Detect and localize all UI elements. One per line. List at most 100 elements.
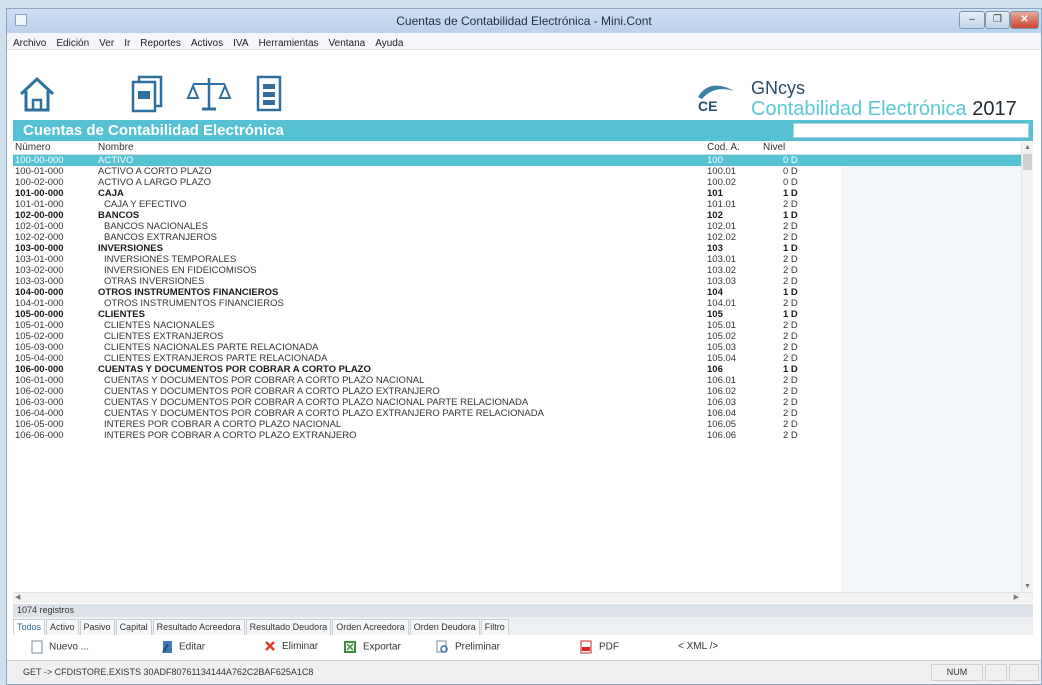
table-row[interactable]: 106-02-000 CUENTAS Y DOCUMENTOS POR COBRA… — [13, 386, 1021, 397]
table-row[interactable]: 105-04-000 CLIENTES EXTRANJEROS PARTE REL… — [13, 353, 1021, 364]
num-lock-indicator: NUM — [931, 664, 983, 681]
search-input[interactable] — [793, 123, 1029, 138]
status-text: GET -> CFDISTORE.EXISTS 30ADF80761134144… — [23, 667, 314, 677]
table-row[interactable]: 100-02-000 ACTIVO A LARGO PLAZO 100.02 0 D — [13, 177, 1021, 188]
cell-cod-a: 105.04 — [707, 353, 737, 364]
cell-nombre: BANCOS NACIONALES — [104, 221, 208, 232]
close-button[interactable]: ✕ — [1010, 11, 1039, 29]
documents-icon[interactable] — [127, 74, 167, 114]
table-row[interactable]: 104-01-000 OTROS INSTRUMENTOS FINANCIEROS… — [13, 298, 1021, 309]
accounts-table: Número Nombre Cod. A. Nivel 100-00-000 AC… — [13, 142, 1033, 595]
pdf-icon — [580, 640, 592, 654]
record-count-bar: 1074 registros — [13, 604, 1033, 617]
table-row[interactable]: 101-01-000 CAJA Y EFECTIVO 101.01 2 D — [13, 199, 1021, 210]
menu-iva[interactable]: IVA — [227, 36, 252, 50]
table-row[interactable]: 105-01-000 CLIENTES NACIONALES 105.01 2 D — [13, 320, 1021, 331]
table-row[interactable]: 105-03-000 CLIENTES NACIONALES PARTE RELA… — [13, 342, 1021, 353]
status-bar: GET -> CFDISTORE.EXISTS 30ADF80761134144… — [7, 660, 1041, 684]
tab-orden-deudora[interactable]: Orden Deudora — [409, 619, 480, 635]
menu-archivo[interactable]: Archivo — [7, 36, 50, 50]
cell-nombre: CLIENTES EXTRANJEROS PARTE RELACIONADA — [104, 353, 328, 364]
cell-nombre: ACTIVO — [98, 155, 134, 166]
preview-button[interactable]: Preliminar — [435, 640, 500, 655]
menu-activos[interactable]: Activos — [185, 36, 227, 50]
balance-scale-icon[interactable] — [185, 74, 233, 114]
table-row[interactable]: 100-01-000 ACTIVO A CORTO PLAZO 100.01 0 D — [13, 166, 1021, 177]
column-header-numero[interactable]: Número — [15, 142, 51, 153]
table-row[interactable]: 104-00-000 OTROS INSTRUMENTOS FINANCIEROS… — [13, 287, 1021, 298]
column-header-cod-a[interactable]: Cod. A. — [707, 142, 740, 153]
table-row[interactable]: 106-06-000 INTERES POR COBRAR A CORTO PLA… — [13, 430, 1021, 441]
menu-herramientas[interactable]: Herramientas — [253, 36, 323, 50]
table-row[interactable]: 102-02-000 BANCOS EXTRANJEROS 102.02 2 D — [13, 232, 1021, 243]
column-header-nivel[interactable]: Nivel — [763, 142, 785, 153]
table-row[interactable]: 103-00-000 INVERSIONES 103 1 D — [13, 243, 1021, 254]
horizontal-scrollbar[interactable]: ◀ ▶ — [13, 592, 1033, 603]
cell-numero: 105-03-000 — [15, 342, 64, 353]
menu-ir[interactable]: Ir — [118, 36, 134, 50]
new-button[interactable]: Nuevo ... — [31, 640, 89, 655]
scroll-down-icon[interactable]: ▼ — [1024, 583, 1031, 590]
cell-cod-a: 106.01 — [707, 375, 737, 386]
cell-cod-a: 105.01 — [707, 320, 737, 331]
table-row[interactable]: 105-00-000 CLIENTES 105 1 D — [13, 309, 1021, 320]
brand-logo: CE — [696, 81, 736, 117]
table-row[interactable]: 101-00-000 CAJA 101 1 D — [13, 188, 1021, 199]
scroll-left-icon[interactable]: ◀ — [15, 593, 20, 601]
table-row[interactable]: 102-00-000 BANCOS 102 1 D — [13, 210, 1021, 221]
table-row[interactable]: 100-00-000 ACTIVO 100 0 D — [13, 155, 1021, 166]
menu-ventana[interactable]: Ventana — [323, 36, 370, 50]
menu-edicion[interactable]: Edición — [50, 36, 93, 50]
menu-reportes[interactable]: Reportes — [134, 36, 185, 50]
cell-nivel: 2 D — [783, 342, 798, 353]
tab-pasivo[interactable]: Pasivo — [79, 619, 115, 635]
table-row[interactable]: 103-03-000 OTRAS INVERSIONES 103.03 2 D — [13, 276, 1021, 287]
cell-cod-a: 104 — [707, 287, 723, 298]
tab-todos[interactable]: Todos — [13, 619, 46, 635]
menu-ver[interactable]: Ver — [93, 36, 118, 50]
table-row[interactable]: 106-04-000 CUENTAS Y DOCUMENTOS POR COBRA… — [13, 408, 1021, 419]
table-row[interactable]: 106-05-000 INTERES POR COBRAR A CORTO PLA… — [13, 419, 1021, 430]
table-row[interactable]: 103-01-000 INVERSIONES TEMPORALES 103.01 2 … — [13, 254, 1021, 265]
tab-activo[interactable]: Activo — [46, 619, 79, 635]
column-header-nombre[interactable]: Nombre — [98, 142, 134, 153]
cell-cod-a: 106 — [707, 364, 723, 375]
cell-nombre: CLIENTES — [98, 309, 145, 320]
table-row[interactable]: 103-02-000 INVERSIONES EN FIDEICOMISOS 103… — [13, 265, 1021, 276]
table-row[interactable]: 106-03-000 CUENTAS Y DOCUMENTOS POR COBRA… — [13, 397, 1021, 408]
table-row[interactable]: 106-00-000 CUENTAS Y DOCUMENTOS POR COBRA… — [13, 364, 1021, 375]
pdf-button[interactable]: PDF — [579, 640, 619, 655]
edit-button[interactable]: Editar — [161, 640, 205, 655]
table-row[interactable]: 106-01-000 CUENTAS Y DOCUMENTOS POR COBRA… — [13, 375, 1021, 386]
main-window: Cuentas de Contabilidad Electrónica - Mi… — [6, 8, 1042, 685]
home-icon[interactable] — [17, 74, 57, 114]
xml-button[interactable]: < XML /> — [678, 640, 718, 654]
table-row[interactable]: 105-02-000 CLIENTES EXTRANJEROS 105.02 2 D — [13, 331, 1021, 342]
table-row[interactable]: 102-01-000 BANCOS NACIONALES 102.01 2 D — [13, 221, 1021, 232]
cell-nombre: CUENTAS Y DOCUMENTOS POR COBRAR A CORTO … — [104, 408, 544, 419]
export-button[interactable]: Exportar — [343, 640, 401, 655]
cell-numero: 103-00-000 — [15, 243, 64, 254]
cell-nivel: 2 D — [783, 298, 798, 309]
report-icon[interactable] — [249, 74, 289, 114]
maximize-button[interactable]: ❐ — [985, 11, 1010, 29]
minimize-button[interactable]: – — [959, 11, 985, 29]
tab-orden-acreedora[interactable]: Orden Acreedora — [332, 619, 409, 635]
tab-resultado-deudora[interactable]: Resultado Deudora — [245, 619, 332, 635]
tab-capital[interactable]: Capital — [115, 619, 152, 635]
vertical-scrollbar[interactable]: ▲ ▼ — [1021, 142, 1033, 592]
menu-ayuda[interactable]: Ayuda — [369, 36, 407, 50]
scroll-thumb[interactable] — [1023, 154, 1032, 170]
cell-numero: 100-02-000 — [15, 177, 64, 188]
scroll-up-icon[interactable]: ▲ — [1024, 144, 1031, 151]
cell-cod-a: 106.03 — [707, 397, 737, 408]
cell-numero: 105-00-000 — [15, 309, 64, 320]
delete-button[interactable]: Eliminar — [264, 640, 318, 654]
scroll-right-icon[interactable]: ▶ — [1014, 593, 1019, 601]
tab-filtro[interactable]: Filtro — [480, 619, 509, 635]
tab-resultado-acreedora[interactable]: Resultado Acreedora — [152, 619, 245, 635]
cell-numero: 101-00-000 — [15, 188, 64, 199]
cell-numero: 106-01-000 — [15, 375, 64, 386]
cell-nivel: 0 D — [783, 177, 798, 188]
cell-nombre: INVERSIONES EN FIDEICOMISOS — [104, 265, 257, 276]
